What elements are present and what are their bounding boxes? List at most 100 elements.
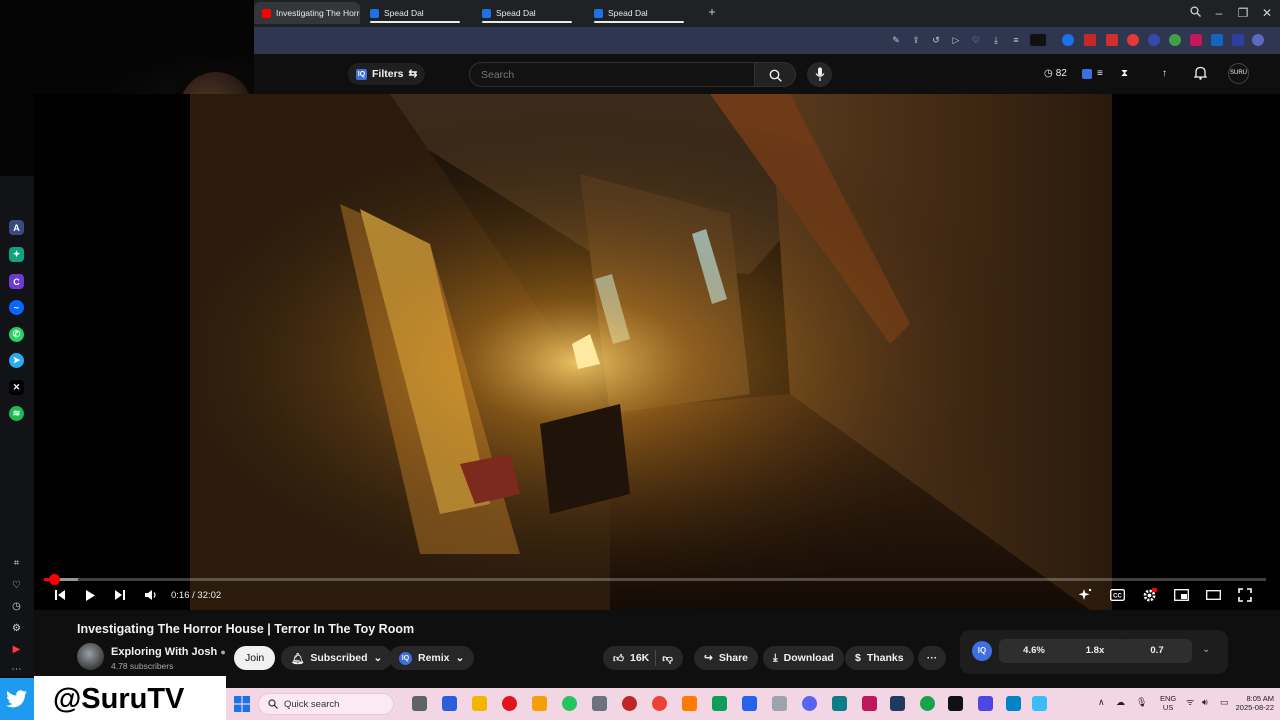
rss-icon[interactable] bbox=[1127, 34, 1139, 46]
battery-icon[interactable]: ▭ bbox=[1220, 698, 1229, 707]
capcut-icon[interactable] bbox=[592, 696, 607, 711]
new-tab-button[interactable]: + bbox=[706, 6, 718, 18]
watch-counter[interactable]: ◷ 82 bbox=[1044, 66, 1067, 82]
mail-icon[interactable] bbox=[742, 696, 757, 711]
share-button[interactable]: ↪ Share bbox=[694, 646, 758, 670]
copilot-icon[interactable]: C bbox=[9, 274, 24, 289]
wifi-icon[interactable]: ᯤ bbox=[1186, 698, 1194, 707]
settings-gear-icon[interactable] bbox=[1140, 586, 1158, 604]
mic-tray-icon[interactable]: 🎙︎ bbox=[1136, 698, 1147, 707]
remix-button[interactable]: IQ Remix ⌄ bbox=[389, 646, 475, 670]
join-button[interactable]: Join bbox=[234, 646, 276, 670]
menu-list-icon[interactable]: ≡ bbox=[1010, 34, 1022, 46]
channel-name[interactable]: Exploring With Josh ● bbox=[111, 646, 226, 658]
close-icon[interactable]: ✕ bbox=[1260, 6, 1274, 20]
vlc-icon[interactable] bbox=[682, 696, 697, 711]
stats-logo-icon[interactable]: IQ bbox=[972, 641, 992, 661]
theater-mode-icon[interactable] bbox=[1204, 586, 1222, 604]
miniplayer-icon[interactable] bbox=[1172, 586, 1190, 604]
progress-bar[interactable] bbox=[44, 574, 1266, 585]
extension-sound-icon[interactable] bbox=[1211, 34, 1223, 46]
chrome-icon[interactable] bbox=[652, 696, 667, 711]
channel-avatar[interactable] bbox=[77, 643, 104, 670]
profile-icon[interactable] bbox=[1252, 34, 1264, 46]
previous-icon[interactable] bbox=[52, 586, 68, 604]
thanks-button[interactable]: $ Thanks bbox=[845, 646, 914, 670]
opera-icon[interactable] bbox=[502, 696, 517, 711]
ide-app-icon[interactable] bbox=[890, 696, 905, 711]
extension-blue-icon[interactable] bbox=[1062, 34, 1074, 46]
obs-icon[interactable] bbox=[622, 696, 637, 711]
chevron-down-icon[interactable]: ⌄ bbox=[1202, 644, 1210, 655]
extension-shield-icon[interactable] bbox=[1232, 34, 1244, 46]
messenger-icon[interactable]: ~ bbox=[9, 300, 24, 315]
search-input[interactable] bbox=[470, 63, 754, 86]
bolt-app-icon[interactable] bbox=[532, 696, 547, 711]
notifications-bell-icon[interactable] bbox=[1193, 66, 1208, 82]
taskbar-search[interactable]: Quick search bbox=[258, 693, 394, 715]
x-icon[interactable]: ✕ bbox=[9, 380, 24, 395]
minimize-icon[interactable]: – bbox=[1212, 6, 1226, 20]
task-view-icon[interactable] bbox=[412, 696, 427, 711]
notes-icon[interactable] bbox=[1032, 696, 1047, 711]
torrent-app-icon[interactable] bbox=[920, 696, 935, 711]
dislike-icon[interactable]: 👎︎ bbox=[662, 652, 673, 665]
video-editor-icon[interactable] bbox=[948, 696, 963, 711]
chatgpt-icon[interactable]: ✦ bbox=[9, 247, 24, 262]
cloud-icon[interactable]: ☁ bbox=[1116, 698, 1125, 707]
extension-iq-icon[interactable] bbox=[1082, 69, 1092, 79]
snipping-tool-icon[interactable] bbox=[772, 696, 787, 711]
clock[interactable]: 8:05 AM 2025-08-22 bbox=[1234, 694, 1274, 712]
tray-overflow-icon[interactable]: ∧ bbox=[1098, 698, 1105, 707]
more-actions-button[interactable]: ··· bbox=[918, 646, 946, 670]
search-button[interactable] bbox=[755, 62, 796, 87]
windows-start-icon[interactable] bbox=[234, 696, 250, 712]
edit-icon[interactable]: ✎ bbox=[890, 34, 902, 46]
language-indicator[interactable]: ENG US bbox=[1160, 694, 1176, 712]
volume-icon[interactable] bbox=[142, 586, 158, 604]
spotify-icon[interactable]: ≋ bbox=[9, 406, 24, 421]
browser-tab[interactable]: Spead Dal bbox=[586, 2, 692, 24]
dev-tool-icon[interactable] bbox=[978, 696, 993, 711]
browser-tab-active[interactable]: Investigating The Horror H bbox=[254, 2, 360, 24]
whatsapp-icon[interactable]: ✆ bbox=[9, 327, 24, 342]
subscribed-button[interactable]: 🔔︎ Subscribed ⌄ bbox=[281, 646, 393, 670]
play-button[interactable] bbox=[82, 586, 98, 604]
youtube-dock-icon[interactable]: ▶ bbox=[10, 643, 23, 656]
remote-desktop-icon[interactable] bbox=[1006, 696, 1021, 711]
heart-icon[interactable]: ♡ bbox=[10, 579, 23, 592]
dock-more-icon[interactable]: ⋯ bbox=[10, 663, 23, 676]
extension-red-icon[interactable] bbox=[1084, 34, 1096, 46]
browser-tab[interactable]: Spead Dal bbox=[474, 2, 580, 24]
favorite-icon[interactable]: ♡ bbox=[970, 34, 982, 46]
download-button[interactable]: ⤓ Download bbox=[763, 646, 844, 670]
voice-search-button[interactable] bbox=[807, 62, 832, 87]
sheets-icon[interactable] bbox=[712, 696, 727, 711]
like-count[interactable]: 16K bbox=[630, 652, 649, 664]
ai-sparkle-icon[interactable] bbox=[1076, 586, 1094, 604]
extension-globe-icon[interactable] bbox=[1148, 34, 1160, 46]
restore-icon[interactable]: ❐ bbox=[1236, 6, 1250, 20]
telegram-icon[interactable]: ➤ bbox=[9, 353, 24, 368]
file-explorer-icon[interactable] bbox=[472, 696, 487, 711]
chat-app-icon[interactable] bbox=[562, 696, 577, 711]
playlist-icon[interactable]: ≡ bbox=[1097, 66, 1103, 82]
share-page-icon[interactable]: ⇪ bbox=[910, 34, 922, 46]
next-icon[interactable] bbox=[112, 586, 128, 604]
discord-icon[interactable] bbox=[802, 696, 817, 711]
hourglass-icon[interactable]: ⧗ bbox=[1121, 66, 1128, 82]
progress-scrubber[interactable] bbox=[49, 574, 61, 585]
play-icon[interactable]: ▷ bbox=[950, 34, 962, 46]
account-avatar[interactable]: SURU bbox=[1228, 63, 1249, 84]
image-app-icon[interactable] bbox=[862, 696, 877, 711]
video-player[interactable]: 0:16 / 32:02 CC bbox=[34, 94, 1280, 610]
app-launcher-icon[interactable]: A bbox=[9, 220, 24, 235]
captions-icon[interactable]: CC bbox=[1108, 586, 1126, 604]
download-icon[interactable]: ⤓ bbox=[990, 34, 1002, 46]
extension-icon[interactable] bbox=[1030, 34, 1046, 46]
apps-grid-icon[interactable]: ⌗ bbox=[10, 557, 23, 570]
volume-tray-icon[interactable]: 🔊︎ bbox=[1202, 698, 1208, 707]
dock-settings-icon[interactable]: ⚙ bbox=[10, 622, 23, 635]
store-icon[interactable] bbox=[442, 696, 457, 711]
fullscreen-icon[interactable] bbox=[1236, 586, 1254, 604]
